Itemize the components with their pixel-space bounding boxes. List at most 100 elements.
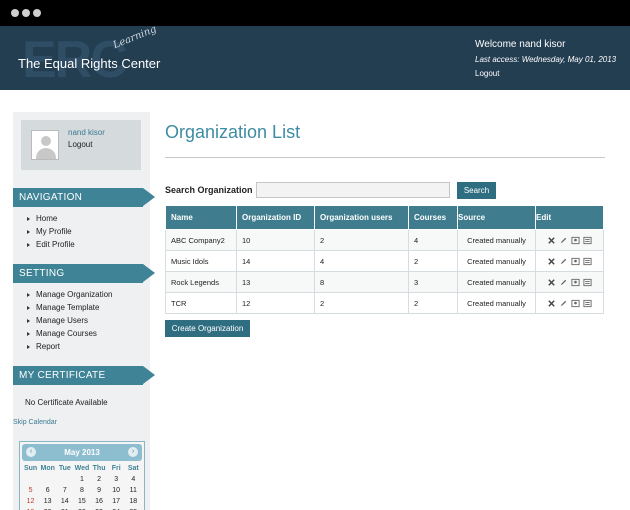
calendar-day[interactable]: 18	[125, 496, 142, 507]
calendar-day[interactable]: 9	[91, 485, 108, 496]
calendar-day[interactable]: 4	[125, 474, 142, 485]
calendar-day[interactable]: 14	[56, 496, 73, 507]
cell-name: Rock Legends	[165, 271, 237, 293]
calendar-day[interactable]: 7	[56, 485, 73, 496]
cell-courses: 3	[408, 271, 458, 293]
table-row: ABC Company2 10 2 4 Created manually	[165, 229, 604, 251]
table-row: Rock Legends 13 8 3 Created manually	[165, 271, 604, 293]
setting-header: SETTING	[13, 264, 155, 283]
header-logout-link[interactable]: Logout	[475, 69, 499, 78]
column-header-courses[interactable]: Courses	[408, 205, 458, 230]
setting-item-manage-template[interactable]: Manage Template	[27, 301, 113, 314]
calendar-day[interactable]: 17	[108, 496, 125, 507]
calendar-widget: ‹ May 2013 › Sun Mon Tue Wed Thu Fri Sat…	[19, 441, 145, 510]
calendar-week-row: 12 13 14 15 16 17 18	[22, 496, 142, 507]
nav-item-edit-profile[interactable]: Edit Profile	[27, 238, 75, 251]
nav-item-my-profile[interactable]: My Profile	[27, 225, 75, 238]
calendar-week-row: 5 6 7 8 9 10 11	[22, 485, 142, 496]
delete-icon[interactable]	[547, 299, 556, 308]
calendar-day[interactable]	[39, 474, 56, 485]
calendar-day[interactable]: 15	[73, 496, 90, 507]
certificate-header: MY CERTIFICATE	[13, 366, 155, 385]
column-header-source: Source	[457, 205, 536, 230]
welcome-text: Welcome nand kisor	[475, 39, 566, 50]
calendar-day[interactable]: 11	[125, 485, 142, 496]
search-input[interactable]	[256, 182, 450, 198]
edit-pencil-icon[interactable]	[559, 299, 568, 308]
calendar-day[interactable]: 13	[39, 496, 56, 507]
cell-edit-actions	[535, 229, 604, 251]
avatar-icon	[31, 130, 59, 160]
calendar-day[interactable]	[56, 474, 73, 485]
delete-icon[interactable]	[547, 257, 556, 266]
last-access-text: Last access: Wednesday, May 01, 2013	[475, 55, 617, 64]
calendar-next-icon[interactable]: ›	[128, 447, 138, 457]
cell-name: ABC Company2	[165, 229, 237, 251]
calendar-day[interactable]: 6	[39, 485, 56, 496]
profile-name-link[interactable]: nand kisor	[68, 128, 105, 137]
edit-pencil-icon[interactable]	[559, 236, 568, 245]
calendar-day[interactable]: 5	[22, 485, 39, 496]
calendar-weekday: Mon	[40, 465, 55, 472]
setting-item-manage-courses[interactable]: Manage Courses	[27, 327, 113, 340]
nav-item-home[interactable]: Home	[27, 212, 75, 225]
cell-organization-id: 13	[236, 271, 315, 293]
delete-icon[interactable]	[547, 278, 556, 287]
calendar-day[interactable]: 16	[91, 496, 108, 507]
calendar-day[interactable]: 10	[108, 485, 125, 496]
calendar-day[interactable]: 12	[22, 496, 39, 507]
column-header-organization-users[interactable]: Organization users	[314, 205, 409, 230]
calendar-day[interactable]: 8	[73, 485, 90, 496]
window-dot-icon[interactable]	[11, 9, 19, 17]
details-list-icon[interactable]	[583, 257, 592, 266]
site-logo[interactable]: The Equal Rights Center	[18, 56, 160, 71]
title-divider	[165, 157, 605, 158]
cell-organization-id: 14	[236, 250, 315, 272]
details-list-icon[interactable]	[583, 278, 592, 287]
cell-edit-actions	[535, 271, 604, 293]
setting-item-report[interactable]: Report	[27, 340, 113, 353]
column-header-organization-id[interactable]: Organization ID	[236, 205, 315, 230]
cell-courses: 2	[408, 292, 458, 314]
calendar-weekday: Fri	[111, 465, 121, 472]
column-header-name[interactable]: Name	[165, 205, 237, 230]
calendar-weekday: Sun	[23, 465, 38, 472]
assign-user-icon[interactable]	[571, 278, 580, 287]
edit-pencil-icon[interactable]	[559, 278, 568, 287]
assign-user-icon[interactable]	[571, 236, 580, 245]
calendar-day[interactable]: 1	[73, 474, 90, 485]
table-row: TCR 12 2 2 Created manually	[165, 292, 604, 314]
skip-calendar-link[interactable]: Skip Calendar	[13, 419, 57, 426]
calendar-weekday: Wed	[74, 465, 90, 472]
window-dot-icon[interactable]	[33, 9, 41, 17]
page-title: Organization List	[165, 122, 301, 142]
calendar-weekday: Sat	[127, 465, 139, 472]
calendar-month-title: May 2013	[64, 448, 100, 457]
details-list-icon[interactable]	[583, 299, 592, 308]
details-list-icon[interactable]	[583, 236, 592, 245]
cell-organization-id: 12	[236, 292, 315, 314]
profile-logout-link[interactable]: Logout	[68, 140, 92, 149]
window-dot-icon[interactable]	[22, 9, 30, 17]
setting-item-manage-organization[interactable]: Manage Organization	[27, 288, 113, 301]
create-organization-button[interactable]: Create Organization	[165, 320, 250, 337]
assign-user-icon[interactable]	[571, 299, 580, 308]
table-row: Music Idols 14 4 2 Created manually	[165, 250, 604, 272]
organization-table: Name Organization ID Organization users …	[165, 205, 604, 314]
cell-source: Created manually	[457, 292, 536, 314]
assign-user-icon[interactable]	[571, 257, 580, 266]
setting-menu: Manage Organization Manage Template Mana…	[27, 288, 113, 353]
edit-pencil-icon[interactable]	[559, 257, 568, 266]
calendar-weekday: Thu	[92, 465, 106, 472]
navigation-menu: Home My Profile Edit Profile	[27, 212, 75, 251]
cell-edit-actions	[535, 292, 604, 314]
calendar-header: ‹ May 2013 ›	[22, 444, 142, 461]
calendar-day[interactable]	[22, 474, 39, 485]
delete-icon[interactable]	[547, 236, 556, 245]
calendar-weekday: Tue	[58, 465, 71, 472]
setting-item-manage-users[interactable]: Manage Users	[27, 314, 113, 327]
cell-source: Created manually	[457, 229, 536, 251]
calendar-day[interactable]: 3	[108, 474, 125, 485]
calendar-day[interactable]: 2	[91, 474, 108, 485]
search-button[interactable]: Search	[457, 182, 496, 199]
